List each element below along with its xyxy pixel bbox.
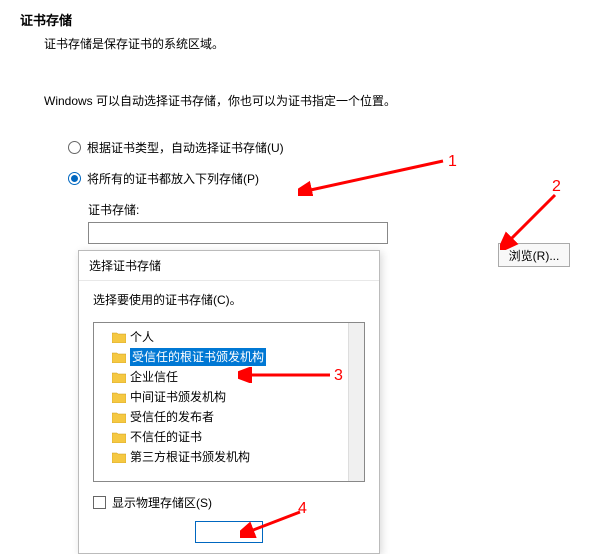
dialog-description: 选择要使用的证书存储(C)。 — [93, 291, 365, 308]
show-physical-checkbox[interactable]: 显示物理存储区(S) — [93, 494, 365, 511]
folder-icon — [112, 352, 126, 363]
dialog-title: 选择证书存储 — [79, 251, 379, 281]
folder-icon — [112, 452, 126, 463]
ok-button[interactable] — [195, 521, 263, 543]
folder-icon — [112, 432, 126, 443]
tree-item[interactable]: 受信任的发布者 — [94, 407, 364, 427]
store-input-row — [88, 222, 580, 244]
tree-item-label: 企业信任 — [130, 368, 178, 386]
tree-item-label: 个人 — [130, 328, 154, 346]
browse-button[interactable]: 浏览(R)... — [498, 243, 570, 267]
radio-auto-label: 根据证书类型，自动选择证书存储(U) — [87, 139, 284, 156]
tree-item-label: 受信任的根证书颁发机构 — [130, 348, 266, 366]
tree-item-label: 第三方根证书颁发机构 — [130, 448, 250, 466]
tree-item[interactable]: 第三方根证书颁发机构 — [94, 447, 364, 467]
checkbox-label: 显示物理存储区(S) — [112, 494, 212, 511]
folder-icon — [112, 372, 126, 383]
tree-item[interactable]: 受信任的根证书颁发机构 — [94, 347, 364, 367]
radio-place-all[interactable]: 将所有的证书都放入下列存储(P) — [68, 170, 580, 187]
checkbox-icon — [93, 496, 106, 509]
tree-item-label: 受信任的发布者 — [130, 408, 214, 426]
select-store-dialog: 选择证书存储 选择要使用的证书存储(C)。 个人受信任的根证书颁发机构企业信任中… — [78, 250, 380, 554]
radio-icon — [68, 141, 81, 154]
tree-item[interactable]: 不信任的证书 — [94, 427, 364, 447]
radio-place-label: 将所有的证书都放入下列存储(P) — [87, 170, 259, 187]
store-label: 证书存储: — [88, 201, 580, 218]
certificate-store-wizard: 证书存储 证书存储是保存证书的系统区域。 Windows 可以自动选择证书存储，… — [0, 0, 600, 254]
radio-auto-select[interactable]: 根据证书类型，自动选择证书存储(U) — [68, 139, 580, 156]
tree-item[interactable]: 中间证书颁发机构 — [94, 387, 364, 407]
tree-item-label: 不信任的证书 — [130, 428, 202, 446]
radio-icon — [68, 172, 81, 185]
folder-icon — [112, 392, 126, 403]
store-radio-group: 根据证书类型，自动选择证书存储(U) 将所有的证书都放入下列存储(P) — [68, 139, 580, 187]
wizard-subtitle: 证书存储是保存证书的系统区域。 — [44, 35, 580, 52]
tree-item-label: 中间证书颁发机构 — [130, 388, 226, 406]
store-tree[interactable]: 个人受信任的根证书颁发机构企业信任中间证书颁发机构受信任的发布者不信任的证书第三… — [93, 322, 365, 482]
wizard-title: 证书存储 — [20, 10, 580, 29]
store-input[interactable] — [88, 222, 388, 244]
tree-item[interactable]: 企业信任 — [94, 367, 364, 387]
folder-icon — [112, 412, 126, 423]
wizard-description: Windows 可以自动选择证书存储，你也可以为证书指定一个位置。 — [44, 92, 580, 109]
folder-icon — [112, 332, 126, 343]
tree-item[interactable]: 个人 — [94, 327, 364, 347]
scrollbar[interactable] — [348, 323, 364, 481]
